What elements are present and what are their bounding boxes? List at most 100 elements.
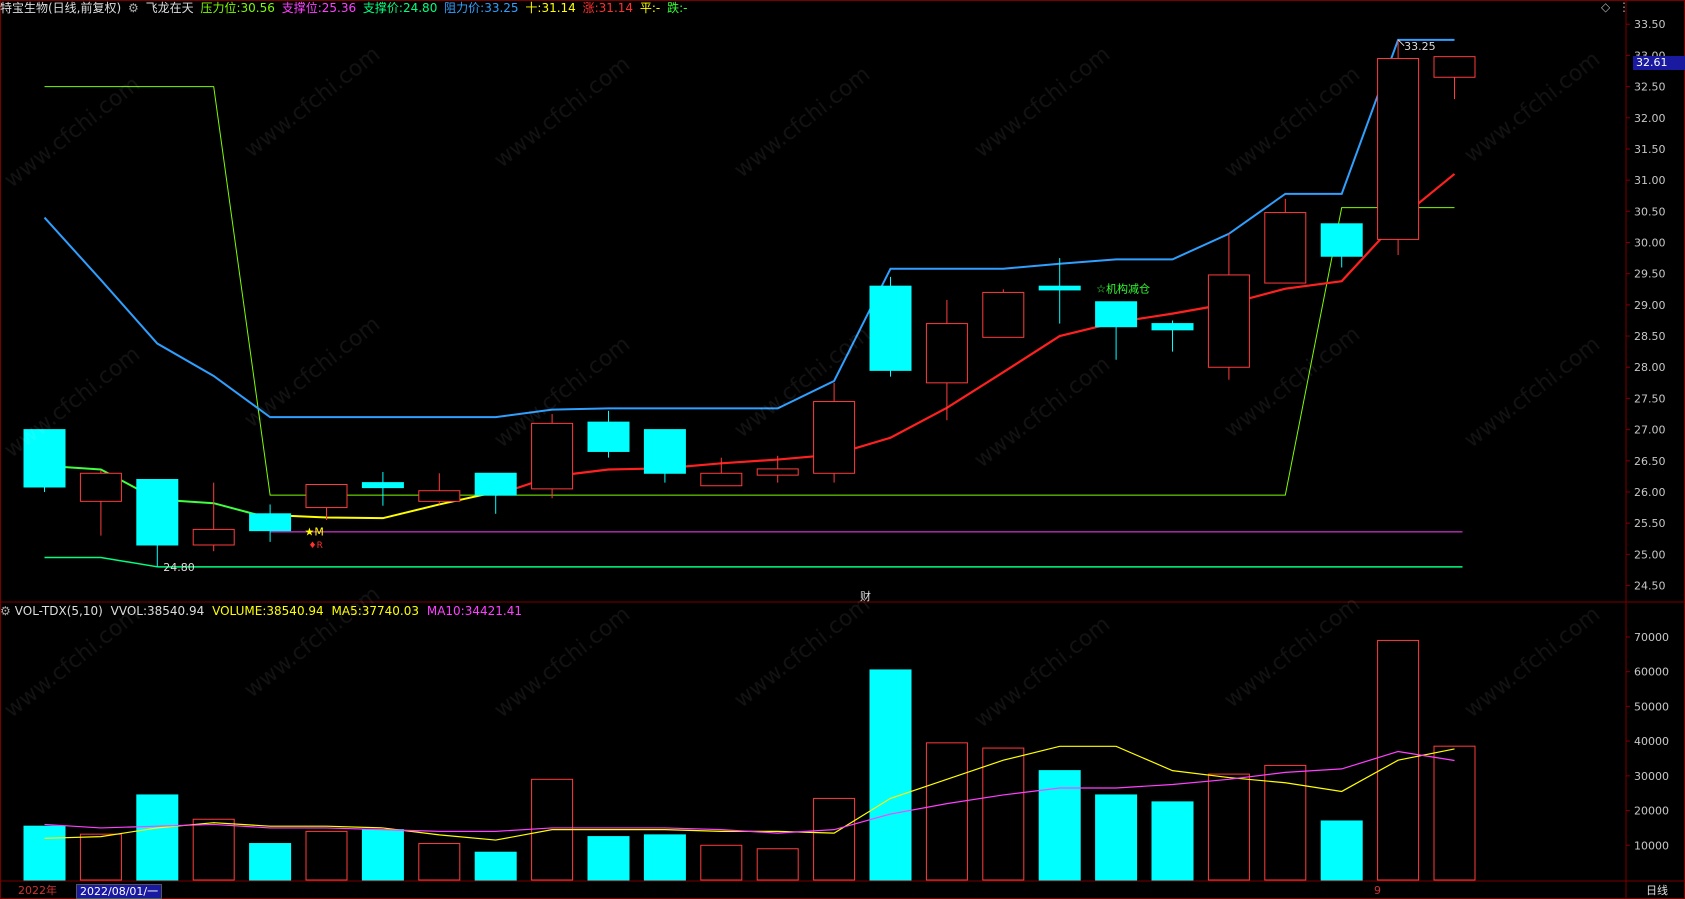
volume-bar (756, 848, 799, 881)
support-value: 25.36 (321, 1, 357, 15)
ma5-label: MA5: (331, 604, 362, 618)
volume-bar (79, 833, 122, 881)
resistance-value: 33.25 (484, 1, 519, 15)
vvol-label: VVOL: (110, 604, 148, 618)
candle-body (700, 472, 743, 487)
price-tick-label: 32.00 (1634, 112, 1666, 125)
fall-value: - (683, 1, 688, 15)
price-tick-label: 25.00 (1634, 548, 1666, 561)
main-chart-header: 特宝生物(日线,前复权) ⚙ 飞龙在天 压力位:30.56 支撑位:25.36 … (0, 0, 1620, 17)
candle-body (192, 528, 235, 546)
diamond-icon[interactable]: ◇ (1601, 0, 1610, 14)
price-tick-label: 31.50 (1634, 143, 1666, 156)
volume-bar (925, 742, 968, 881)
vvol-value: 38540.94 (147, 604, 205, 618)
volume-bar (361, 829, 404, 881)
candle-body (1433, 56, 1476, 78)
period-selector[interactable]: 日线 (1646, 883, 1668, 898)
pressure-value: 30.56 (240, 1, 275, 15)
volume-tick-label: 50000 (1634, 700, 1669, 713)
price-tick-label: 27.50 (1634, 392, 1666, 405)
volume-tick-label: 20000 (1634, 805, 1669, 818)
volume-bar (813, 797, 856, 881)
flat-label: 平: (639, 1, 656, 15)
stock-chart: 33.5033.0032.5032.0031.5031.0030.5030.00… (0, 0, 1685, 899)
volume-bar (1320, 820, 1363, 881)
volume-label: VOLUME: (212, 604, 267, 618)
flat-value: - (655, 1, 661, 15)
stock-name[interactable]: 特宝生物(日线,前复权) (0, 1, 121, 15)
candle-body (474, 472, 517, 496)
rise-label: 涨: (582, 1, 599, 15)
price-tick-label: 24.50 (1634, 580, 1666, 593)
r-marker: ♦R (309, 541, 323, 551)
volume-value: 38540.94 (266, 604, 324, 618)
volume-tick-label: 60000 (1634, 666, 1669, 679)
support-price-line-head (44, 556, 158, 568)
month-tick: 9 (1374, 884, 1381, 897)
candle-body (1038, 285, 1081, 291)
volume-bar (869, 669, 912, 881)
candle-body (531, 422, 574, 490)
vol-indicator-name[interactable]: VOL-TDX(5,10) (15, 604, 103, 618)
volume-tick-label: 70000 (1634, 631, 1669, 644)
ma5-value: 37740.03 (361, 604, 420, 618)
candle-body (79, 472, 122, 502)
price-tick-label: 31.00 (1634, 174, 1666, 187)
institution-reduce-marker: ☆机构减仓 (1096, 281, 1150, 295)
ten-label: 十: (525, 1, 542, 15)
volume-header: ⚙ VOL-TDX(5,10) VVOL:38540.94 VOLUME:3854… (0, 603, 1620, 620)
candle-body (1207, 274, 1250, 368)
finance-marker[interactable]: 财 (860, 589, 871, 603)
volume-bars[interactable] (23, 639, 1476, 881)
candle-body (1151, 323, 1194, 331)
ma10-value: 34421.41 (464, 604, 522, 618)
price-tick-label: 32.50 (1634, 81, 1666, 94)
settings-icon[interactable]: ⚙ (128, 1, 139, 15)
candle-body (23, 429, 66, 488)
candle-body (813, 401, 856, 474)
candle-body (136, 479, 179, 546)
volume-bar (474, 851, 517, 881)
candle-body (1377, 58, 1420, 240)
volume-bar (587, 836, 630, 881)
price-tick-label: 26.50 (1634, 455, 1666, 468)
date-bar: 2022年 2022/08/01/一 9 日线 (0, 883, 1685, 899)
resistance-label: 阻力价: (444, 1, 485, 15)
price-tick-label: 30.50 (1634, 205, 1666, 218)
price-tick-label: 25.50 (1634, 517, 1666, 530)
price-tick-label: 30.00 (1634, 237, 1666, 250)
candle-body (869, 285, 912, 371)
candle-body (305, 483, 348, 509)
volume-tick-label: 10000 (1634, 839, 1669, 852)
candle-body (1095, 301, 1138, 328)
candle-body (361, 482, 404, 489)
support-price-label: 支撑价: (362, 1, 403, 15)
candlesticks[interactable] (23, 39, 1476, 567)
red-ma-line (495, 173, 1456, 497)
candle-body (982, 291, 1025, 338)
candle-body (756, 468, 799, 476)
indicator-name[interactable]: 飞龙在天 (146, 1, 194, 15)
fall-label: 跌: (667, 1, 684, 15)
star-m-marker: ★M (305, 526, 324, 539)
year-label: 2022年 (18, 884, 57, 897)
date-input[interactable]: 2022/08/01/一 (76, 884, 163, 899)
menu-dots-icon[interactable]: ⋮ (1618, 0, 1630, 14)
candle-body (1264, 212, 1307, 284)
price-tick-label: 28.50 (1634, 330, 1666, 343)
volume-bar (1433, 745, 1476, 881)
volume-bar (643, 834, 686, 881)
price-tick-label: 28.00 (1634, 361, 1666, 374)
candle-body (249, 513, 292, 532)
price-tick-label: 33.50 (1634, 18, 1666, 31)
price-tick-label: 27.00 (1634, 424, 1666, 437)
volume-bar (249, 843, 292, 881)
price-tick-label: 26.00 (1634, 486, 1666, 499)
current-price-badge: 32.61 (1633, 56, 1685, 70)
support-price-value: 24.80 (402, 1, 438, 15)
volume-bar (1151, 801, 1194, 881)
high-price-label: 33.25 (1404, 40, 1436, 53)
vol-settings-icon[interactable]: ⚙ (0, 604, 11, 618)
volume-bar (700, 844, 743, 881)
